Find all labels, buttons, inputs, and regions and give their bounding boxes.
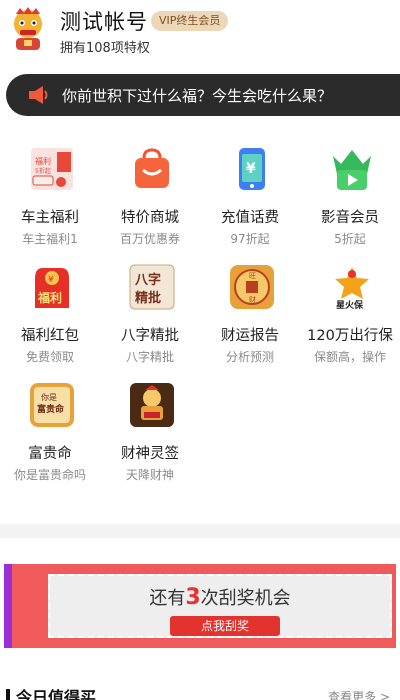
service-subtitle: 97折起 (230, 232, 270, 246)
service-subtitle: 保额高，操作 (313, 350, 386, 364)
svg-text:富贵命: 富贵命 (37, 403, 65, 415)
service-title: 八字精批 (121, 328, 179, 344)
red-packet-icon: ¥ 福利 (29, 264, 75, 310)
service-subtitle: 分析预测 (225, 350, 274, 364)
service-phone-recharge[interactable]: ¥ 充值话费 97折起 (200, 140, 300, 258)
service-special-mall[interactable]: 特价商城 百万优惠券 (100, 140, 200, 258)
svg-text:福利: 福利 (37, 290, 62, 305)
service-media-member[interactable]: 影音会员 5折起 (300, 140, 400, 258)
profile-header: 测试帐号 VIP终生会员 拥有108项特权 (0, 0, 400, 62)
svg-text:八字: 八字 (134, 272, 161, 288)
service-subtitle: 百万优惠券 (119, 232, 180, 246)
scratch-message: 还有3次刮奖机会 (50, 584, 390, 610)
scratch-count: 3 (185, 585, 201, 610)
service-title: 富贵命 (28, 446, 72, 462)
vip-badge[interactable]: VIP终生会员 (151, 11, 229, 31)
svg-text:你是: 你是 (41, 392, 57, 402)
scratch-card: 还有3次刮奖机会 点我刮奖 (48, 574, 392, 638)
service-title: 特价商城 (121, 210, 179, 226)
star-insurance-icon: 星火保 (329, 264, 375, 311)
video-crown-icon (329, 146, 375, 192)
service-title: 120万出行保 (307, 328, 393, 344)
svg-text:5折起: 5折起 (35, 167, 51, 175)
fortune-god-icon (129, 382, 175, 428)
service-wealth-destiny[interactable]: 你是 富贵命 富贵命 你是富贵命吗 (0, 376, 100, 494)
service-subtitle: 天降财神 (125, 468, 174, 482)
title-bar (6, 689, 10, 700)
service-subtitle: 八字精批 (125, 350, 174, 364)
notice-bar[interactable]: 你前世积下过什么福？今生会吃什么果？ (6, 74, 400, 116)
username: 测试帐号 (60, 10, 148, 34)
scratch-prefix: 还有 (149, 588, 186, 609)
scratch-banner[interactable]: 还有3次刮奖机会 点我刮奖 (4, 564, 396, 648)
service-fortune-report[interactable]: 旺 财 财运报告 分析预测 (200, 258, 300, 376)
service-fortune-god[interactable]: 财神灵签 天降财神 (100, 376, 200, 494)
service-title: 财神灵签 (121, 446, 179, 462)
scratch-button[interactable]: 点我刮奖 (170, 616, 280, 636)
service-title: 福利红包 (21, 328, 79, 344)
scratch-suffix: 次刮奖机会 (200, 588, 291, 609)
avatar[interactable] (8, 6, 48, 52)
svg-text:福利: 福利 (35, 156, 51, 166)
service-subtitle: 车主福利1 (22, 232, 78, 246)
car-benefit-icon: 福利 5折起 (29, 146, 75, 192)
service-title: 影音会员 (321, 210, 379, 226)
service-bazi[interactable]: 八字 精批 八字精批 八字精批 (100, 258, 200, 376)
svg-text:¥: ¥ (48, 275, 54, 285)
service-subtitle: 5折起 (334, 232, 366, 246)
shopping-bag-icon (129, 146, 175, 192)
svg-text:星火保: 星火保 (336, 299, 364, 310)
svg-text:财: 财 (249, 295, 256, 304)
privilege-text: 拥有108项特权 (60, 41, 150, 56)
section-title: 今日值得买 (6, 684, 96, 700)
service-car-benefit[interactable]: 福利 5折起 车主福利 车主福利1 (0, 140, 100, 258)
fortune-coin-icon: 旺 财 (229, 264, 275, 310)
service-title: 充值话费 (221, 210, 279, 226)
service-subtitle: 你是富贵命吗 (13, 468, 86, 482)
wealth-destiny-icon: 你是 富贵命 (29, 382, 75, 428)
phone-recharge-icon: ¥ (229, 146, 275, 192)
service-title: 财运报告 (221, 328, 279, 344)
banner-stripe (4, 564, 12, 648)
svg-text:旺: 旺 (249, 272, 256, 280)
service-travel-insurance[interactable]: 星火保 120万出行保 保额高，操作 (300, 258, 400, 376)
speaker-icon (28, 86, 50, 104)
service-title: 车主福利 (21, 210, 79, 226)
bazi-icon: 八字 精批 (129, 264, 175, 310)
svg-text:¥: ¥ (246, 161, 256, 177)
view-more-link[interactable]: 查看更多 > (328, 688, 390, 700)
section-divider (0, 524, 400, 538)
service-subtitle: 免费领取 (25, 350, 74, 364)
section-title-text: 今日值得买 (16, 688, 97, 700)
svg-text:精批: 精批 (135, 290, 161, 306)
notice-text: 你前世积下过什么福？今生会吃什么果？ (62, 87, 333, 105)
service-red-packet[interactable]: ¥ 福利 福利红包 免费领取 (0, 258, 100, 376)
